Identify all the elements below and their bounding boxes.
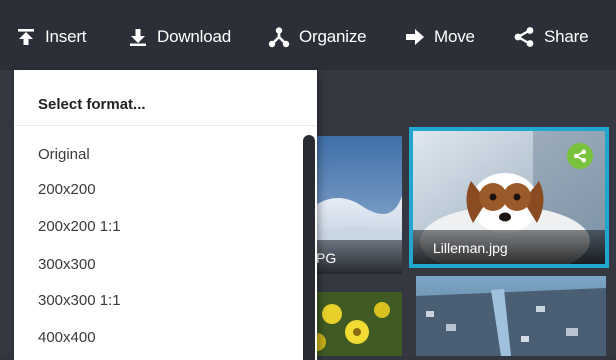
thumbnail-image [416,276,606,356]
format-option-400x400[interactable]: 400x400 [38,329,96,346]
insert-label: Insert [45,27,87,46]
thumbnail-caption: PG [302,240,402,274]
organize-label: Organize [299,27,367,46]
format-menu-header: Select format... [38,96,146,113]
image-thumbnail[interactable] [302,292,402,356]
format-option-200x200-1-1[interactable]: 200x200 1:1 [38,218,121,235]
insert-icon [18,29,34,45]
thumbnail-image [302,292,402,356]
download-button[interactable]: Download [128,24,231,50]
download-icon [130,29,146,46]
organize-button[interactable]: Organize [268,24,367,50]
share-icon [514,27,534,47]
thumbnail-caption: Lilleman.jpg [413,230,605,264]
arrow-right-icon [406,29,424,45]
share-label: Share [544,27,589,46]
format-option-300x300-1-1[interactable]: 300x300 1:1 [38,292,121,309]
insert-button[interactable]: Insert [16,24,87,50]
download-label: Download [157,27,232,46]
format-option-original[interactable]: Original [38,146,90,163]
format-option-200x200[interactable]: 200x200 [38,181,96,198]
share-icon [573,149,587,163]
image-thumbnail[interactable] [416,276,606,356]
format-option-300x300[interactable]: 300x300 [38,256,96,273]
move-label: Move [434,27,475,46]
shared-badge [567,143,593,169]
image-thumbnail-selected[interactable]: Lilleman.jpg [413,131,605,264]
image-thumbnail[interactable]: PG [302,136,402,274]
share-button[interactable]: Share [513,24,589,50]
divider [14,125,317,126]
dropdown-scrollbar[interactable] [303,135,315,360]
move-button[interactable]: Move [405,24,475,50]
organize-icon [268,27,290,48]
format-dropdown: Select format... Original 200x200 200x20… [14,70,317,360]
toolbar: Insert Download Organize Move Share [0,0,616,70]
